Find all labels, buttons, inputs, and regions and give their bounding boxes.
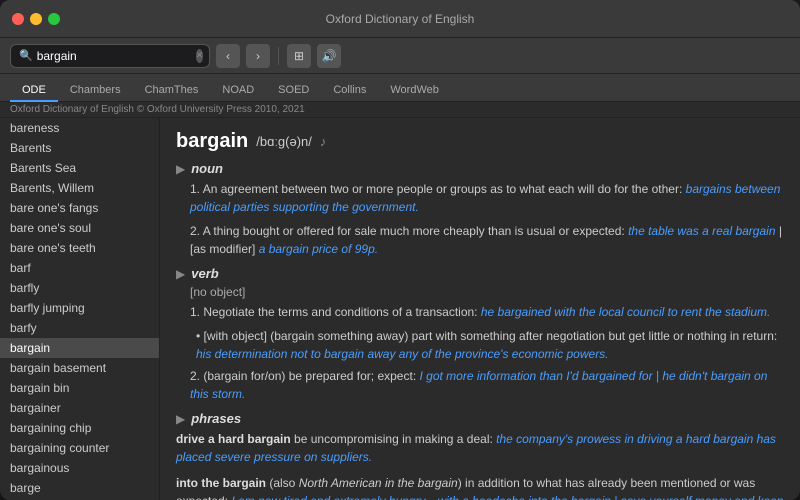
maximize-button[interactable] xyxy=(48,13,60,25)
list-item[interactable]: Barents Sea xyxy=(0,158,159,178)
pos-arrow-noun: ▶ xyxy=(176,162,185,176)
list-item[interactable]: bargaining counter xyxy=(0,438,159,458)
phrase-1-headword: drive a hard bargain xyxy=(176,432,294,446)
definition-panel: bargain /bɑːɡ(ə)n/ ♪ ▶ noun 1. An agreem… xyxy=(160,118,800,500)
back-button[interactable]: ‹ xyxy=(216,44,240,68)
def-text: An agreement between two or more people … xyxy=(203,182,686,196)
copyright-text: Oxford Dictionary of English © Oxford Un… xyxy=(10,104,305,115)
traffic-lights xyxy=(12,13,60,25)
layout-button[interactable]: ⊞ xyxy=(287,44,311,68)
forward-button[interactable]: › xyxy=(246,44,270,68)
bullet-symbol: • xyxy=(196,329,204,343)
phrase-2-headword: into the bargain xyxy=(176,476,269,490)
tab-noad[interactable]: NOAD xyxy=(210,80,266,102)
pos-arrow-phrases: ▶ xyxy=(176,412,185,426)
verb-def-list: 1. Negotiate the terms and conditions of… xyxy=(176,303,784,321)
list-item[interactable]: Barents xyxy=(0,138,159,158)
search-icon: 🔍 xyxy=(19,49,33,62)
pos-verb-header: ▶ verb xyxy=(176,266,784,281)
def-example-2a: the table was a real bargain xyxy=(628,224,775,238)
def-num: 2. xyxy=(190,224,203,238)
noun-def-list: 1. An agreement between two or more peop… xyxy=(176,180,784,258)
tab-wordweb[interactable]: WordWeb xyxy=(378,80,451,102)
pos-arrow-verb: ▶ xyxy=(176,267,185,281)
pos-phrases-header: ▶ phrases xyxy=(176,411,784,426)
list-item[interactable]: bargain bin xyxy=(0,378,159,398)
toolbar: 🔍 ✕ ‹ › ⊞ 🔊 xyxy=(0,38,800,74)
tab-collins[interactable]: Collins xyxy=(321,80,378,102)
pos-noun-label: noun xyxy=(191,161,223,176)
phrase-2-alt: (also North American in the bargain) xyxy=(269,476,465,490)
titlebar: Oxford Dictionary of English xyxy=(0,0,800,38)
audio-icon[interactable]: ♪ xyxy=(320,134,327,149)
def-text: Negotiate the terms and conditions of a … xyxy=(203,305,481,319)
list-item[interactable]: barfly jumping xyxy=(0,298,159,318)
list-item[interactable]: Barents, Willem xyxy=(0,178,159,198)
tab-chambers[interactable]: Chambers xyxy=(58,80,133,102)
search-input[interactable] xyxy=(37,49,192,63)
def-num: 1. xyxy=(190,305,203,319)
search-bar[interactable]: 🔍 ✕ xyxy=(10,44,210,68)
tab-ode[interactable]: ODE xyxy=(10,80,58,102)
phrase-2-example: I am now tired and extremely hungry—with… xyxy=(176,494,783,500)
bullet-example: his determination not to bargain away an… xyxy=(196,347,609,361)
pos-phrases-label: phrases xyxy=(191,411,241,426)
list-item[interactable]: bargainous xyxy=(0,458,159,478)
pos-verb-label: verb xyxy=(191,266,218,281)
minimize-button[interactable] xyxy=(30,13,42,25)
def-text: be prepared for; expect: xyxy=(289,369,420,383)
main-content: bareness Barents Barents Sea Barents, Wi… xyxy=(0,118,800,500)
bullet-text: part with something after negotiation bu… xyxy=(412,329,778,343)
phrase-1: drive a hard bargain be uncompromising i… xyxy=(176,430,784,466)
verb-example-1: he bargained with the local council to r… xyxy=(481,305,771,319)
list-item[interactable]: barfly xyxy=(0,278,159,298)
list-item[interactable]: barfy xyxy=(0,318,159,338)
list-item[interactable]: bare one's fangs xyxy=(0,198,159,218)
word-phonetic: /bɑːɡ(ə)n/ xyxy=(256,134,312,149)
phrase-2: into the bargain (also North American in… xyxy=(176,474,784,500)
list-item-bargain[interactable]: bargain xyxy=(0,338,159,358)
list-item[interactable]: barf xyxy=(0,258,159,278)
toolbar-separator xyxy=(278,47,279,65)
window-title: Oxford Dictionary of English xyxy=(326,12,475,26)
speaker-button[interactable]: 🔊 xyxy=(317,44,341,68)
noun-def-1: 1. An agreement between two or more peop… xyxy=(176,180,784,216)
phrase-1-text: be uncompromising in making a deal: xyxy=(294,432,496,446)
pos-noun-header: ▶ noun xyxy=(176,161,784,176)
search-clear-button[interactable]: ✕ xyxy=(196,49,204,63)
list-item[interactable]: bargain basement xyxy=(0,358,159,378)
word-header: bargain /bɑːɡ(ə)n/ ♪ xyxy=(176,130,784,153)
tab-soed[interactable]: SOED xyxy=(266,80,321,102)
bullet-tag: [with object] (bargain something away) xyxy=(204,329,412,343)
verb-bullet: • [with object] (bargain something away)… xyxy=(176,327,784,363)
word-title: bargain xyxy=(176,130,248,153)
tab-chamthes[interactable]: ChamThes xyxy=(133,80,211,102)
close-button[interactable] xyxy=(12,13,24,25)
list-item[interactable]: bare one's teeth xyxy=(0,238,159,258)
app-window: Oxford Dictionary of English 🔍 ✕ ‹ › ⊞ 🔊… xyxy=(0,0,800,500)
list-item[interactable]: bare one's soul xyxy=(0,218,159,238)
sidebar[interactable]: bareness Barents Barents Sea Barents, Wi… xyxy=(0,118,160,500)
noun-def-2: 2. A thing bought or offered for sale mu… xyxy=(176,222,784,258)
def-num: 1. xyxy=(190,182,203,196)
tabs-bar: ODE Chambers ChamThes NOAD SOED Collins … xyxy=(0,74,800,102)
bargain-foron-tag: (bargain for/on) xyxy=(203,369,288,383)
def-num: 2. xyxy=(190,369,203,383)
def-example-2b: a bargain price of 99p. xyxy=(259,242,378,256)
def-text: A thing bought or offered for sale much … xyxy=(203,224,628,238)
verb-no-object: [no object] xyxy=(176,285,784,299)
verb-def-2: 2. (bargain for/on) be prepared for; exp… xyxy=(176,367,784,403)
list-item[interactable]: bargainer xyxy=(0,398,159,418)
list-item[interactable]: bareness xyxy=(0,118,159,138)
copyright-bar: Oxford Dictionary of English © Oxford Un… xyxy=(0,102,800,118)
list-item[interactable]: bargaining chip xyxy=(0,418,159,438)
verb-def-1: 1. Negotiate the terms and conditions of… xyxy=(176,303,784,321)
list-item[interactable]: barge xyxy=(0,478,159,498)
